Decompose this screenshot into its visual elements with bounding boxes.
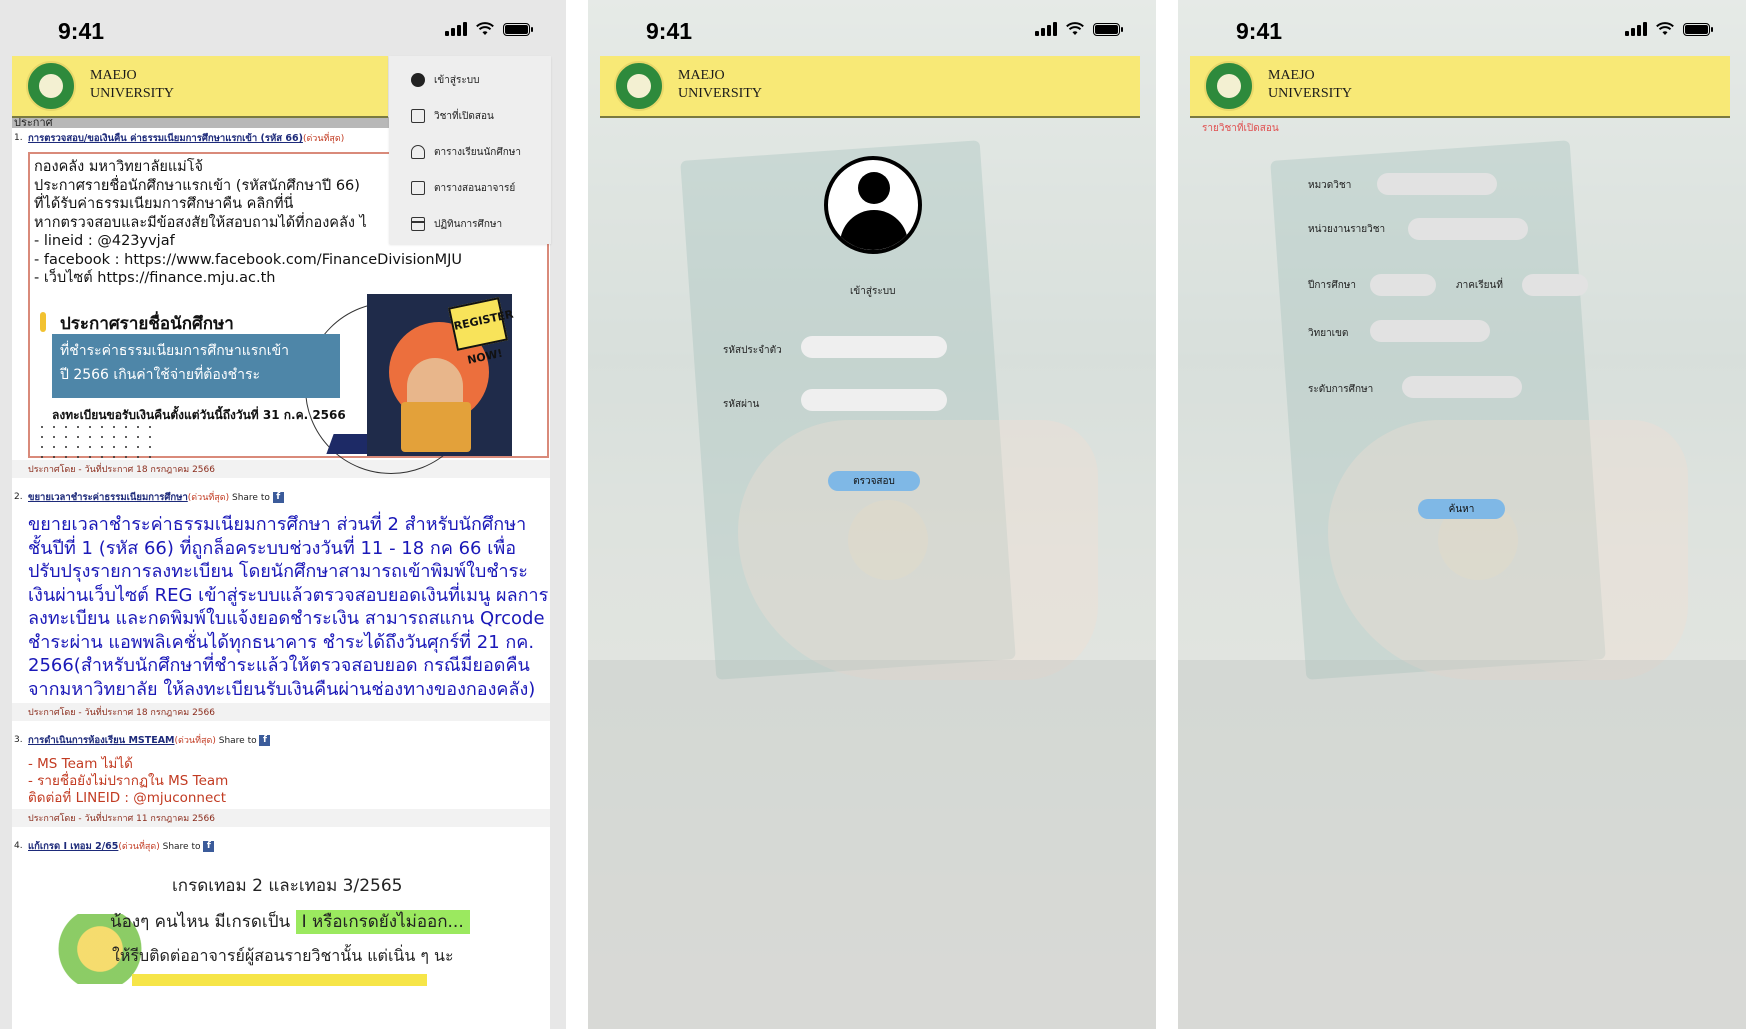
academic-year-label: ปีการศึกษา xyxy=(1308,280,1356,291)
announcement-meta: ประกาศโดย - วันที่ประกาศ 18 กรกฎาคม 2566 xyxy=(12,460,550,478)
user-avatar-icon xyxy=(824,156,922,254)
level-select[interactable] xyxy=(1402,376,1522,398)
wifi-icon xyxy=(1066,22,1084,35)
people-icon xyxy=(411,145,425,159)
level-label: ระดับการศึกษา xyxy=(1308,384,1374,395)
university-logo xyxy=(1204,61,1254,111)
dropdown-menu: เข้าสู่ระบบ วิชาที่เปิดสอน ตารางเรียนนัก… xyxy=(389,56,551,244)
status-time: 9:41 xyxy=(1236,18,1283,44)
announcement-title-link[interactable]: แก้เกรด I เทอม 2/65 xyxy=(28,841,118,852)
dot-pattern xyxy=(36,422,156,458)
verify-button[interactable]: ตรวจสอบ xyxy=(828,471,920,491)
screen-announcements: 9:41 MAEJO UNIVERSITY เข้าสู่ระบบ วิชาที… xyxy=(0,0,566,1029)
schedule-icon xyxy=(411,181,425,195)
department-select[interactable] xyxy=(1408,218,1528,240)
banner-highlight: ที่ชำระค่าธรรมเนียมการศึกษาแรกเข้า ปี 25… xyxy=(52,334,340,398)
campus-select[interactable] xyxy=(1370,320,1490,342)
menu-item-teacher-timetable[interactable]: ตารางสอนอาจารย์ xyxy=(389,170,551,206)
brand-name: MAEJO UNIVERSITY xyxy=(1268,68,1352,101)
cellular-signal-icon xyxy=(1035,22,1057,36)
announcement-item: 3. การดำเนินการห้องเรียน MSTEAM(ด่วนที่ส… xyxy=(12,733,550,807)
menu-item-courses[interactable]: วิชาที่เปิดสอน xyxy=(389,98,551,134)
category-select[interactable] xyxy=(1377,173,1497,195)
status-bar: 9:41 xyxy=(1178,0,1746,56)
student-id-label: รหัสประจำตัว xyxy=(723,345,782,356)
battery-icon xyxy=(503,22,533,36)
category-label: หมวดวิชา xyxy=(1308,180,1352,191)
announcement-meta: ประกาศโดย - วันที่ประกาศ 11 กรกฎาคม 2566 xyxy=(12,809,550,827)
status-time: 9:41 xyxy=(646,18,693,44)
grade-notice-image: เกรดเทอม 2 และเทอม 3/2565 น้องๆ คนไหน มี… xyxy=(12,864,550,986)
academic-year-select[interactable] xyxy=(1370,274,1436,296)
wifi-icon xyxy=(476,22,494,35)
calendar-icon xyxy=(411,217,425,231)
battery-icon xyxy=(1683,22,1713,36)
brand-name: MAEJO UNIVERSITY xyxy=(90,68,174,101)
announcement-list[interactable]: ประกาศ 1. การตรวจสอบ/ขอเงินคืน ค่าธรรมเน… xyxy=(12,117,550,1029)
semester-label: ภาคเรียนที่ xyxy=(1456,280,1503,291)
menu-item-login[interactable]: เข้าสู่ระบบ xyxy=(389,62,551,98)
wifi-icon xyxy=(1656,22,1674,35)
course-icon xyxy=(411,109,425,123)
banner-title: ประกาศรายชื่อนักศึกษา xyxy=(40,310,234,337)
register-now-badge: REGISTER NOW! xyxy=(447,297,515,367)
brand-name: MAEJO UNIVERSITY xyxy=(678,68,762,101)
status-bar: 9:41 xyxy=(588,0,1156,56)
register-poster-image: REGISTER NOW! xyxy=(367,294,515,456)
menu-item-student-timetable[interactable]: ตารางเรียนนักศึกษา xyxy=(389,134,551,170)
user-circle-icon xyxy=(411,73,425,87)
announcement-title-link[interactable]: การตรวจสอบ/ขอเงินคืน ค่าธรรมเนียมการศึกษ… xyxy=(28,133,303,144)
search-button[interactable]: ค้นหา xyxy=(1418,499,1505,519)
announcement-title-link[interactable]: การดำเนินการห้องเรียน MSTEAM xyxy=(28,735,175,746)
facebook-share-icon[interactable]: f xyxy=(259,735,271,746)
announcement-body: - MS Team ไม่ได้ - รายชื่อยังไม่ปรากฏใน … xyxy=(28,756,229,806)
cellular-signal-icon xyxy=(1625,22,1647,36)
breadcrumb[interactable]: รายวิชาที่เปิดสอน xyxy=(1202,121,1279,136)
announcement-body: ขยายเวลาชำระค่าธรรมเนียมการศึกษา ส่วนที่… xyxy=(28,514,549,700)
urgent-tag: (ด่วนที่สุด) xyxy=(302,134,345,144)
password-label: รหัสผ่าน xyxy=(723,399,760,410)
menu-item-calendar[interactable]: ปฏิทินการศึกษา xyxy=(389,206,551,242)
announcement-title-link[interactable]: ขยายเวลาชำระค่าธรรมเนียมการศึกษา xyxy=(28,492,188,503)
login-title: เข้าสู่ระบบ xyxy=(850,286,896,297)
university-logo xyxy=(26,61,76,111)
announcement-item: 4. แก้เกรด I เทอม 2/65(ด่วนที่สุด) Share… xyxy=(12,839,550,854)
screen-login: 9:41 MAEJO UNIVERSITY เข้าสู่ระบบ รหัสปร… xyxy=(588,0,1156,1029)
cellular-signal-icon xyxy=(445,22,467,36)
status-time: 9:41 xyxy=(58,18,105,44)
student-id-input[interactable] xyxy=(801,336,947,358)
password-input[interactable] xyxy=(801,389,947,411)
app-header: MAEJO UNIVERSITY xyxy=(12,56,388,118)
app-header: MAEJO UNIVERSITY xyxy=(1190,56,1730,118)
announcement-meta: ประกาศโดย - วันที่ประกาศ 18 กรกฎาคม 2566 xyxy=(12,703,550,721)
facebook-share-icon[interactable]: f xyxy=(272,492,284,503)
screen-course-search: 9:41 MAEJO UNIVERSITY รายวิชาที่เปิดสอน … xyxy=(1178,0,1746,1029)
campus-label: วิทยาเขต xyxy=(1308,328,1349,339)
status-bar: 9:41 xyxy=(0,0,566,56)
app-header: MAEJO UNIVERSITY xyxy=(600,56,1140,118)
university-logo xyxy=(614,61,664,111)
facebook-share-icon[interactable]: f xyxy=(203,841,215,852)
announcement-item: 2. ขยายเวลาชำระค่าธรรมเนียมการศึกษา(ด่วน… xyxy=(14,492,549,700)
battery-icon xyxy=(1093,22,1123,36)
department-label: หน่วยงานรายวิชา xyxy=(1308,224,1386,235)
semester-select[interactable] xyxy=(1522,274,1588,296)
